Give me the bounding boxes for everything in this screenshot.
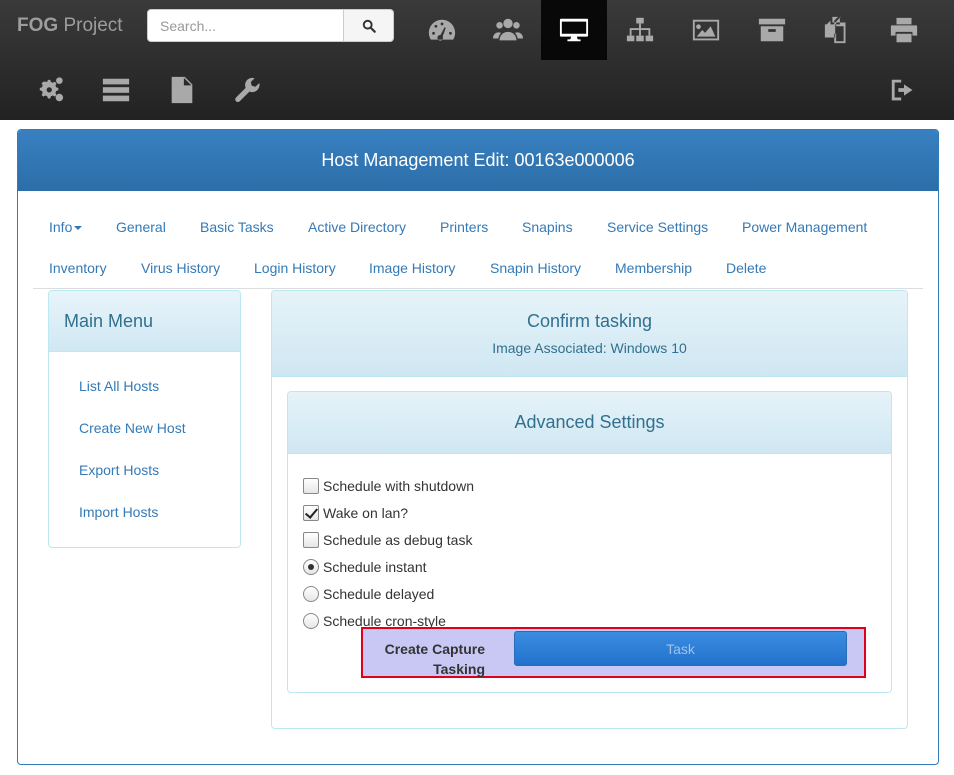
dashboard-icon [428, 19, 456, 41]
option-schedule-with-shutdown[interactable]: Schedule with shutdown [303, 477, 474, 495]
tab-active-directory[interactable]: Active Directory [308, 219, 406, 235]
page-title: Host Management Edit: 00163e000006 [18, 130, 938, 191]
top-navbar: FOG Project [0, 0, 954, 120]
tab-divider [33, 288, 923, 289]
tab-general[interactable]: General [116, 219, 166, 235]
tab-login-history[interactable]: Login History [254, 260, 336, 276]
tab-membership[interactable]: Membership [615, 260, 692, 276]
archive-icon [758, 18, 786, 42]
nav-settings[interactable] [17, 60, 83, 120]
main-menu-title: Main Menu [49, 291, 240, 352]
checkbox-wake-on-lan[interactable] [303, 505, 319, 521]
sitemap-icon [626, 17, 654, 42]
nav-network[interactable] [607, 0, 673, 60]
option-schedule-delayed[interactable]: Schedule delayed [303, 585, 434, 603]
tab-delete[interactable]: Delete [726, 260, 766, 276]
task-button[interactable]: Task [514, 631, 847, 666]
nav-printers[interactable] [871, 0, 937, 60]
advanced-settings-title: Advanced Settings [288, 392, 891, 454]
menu-item-list-all-hosts[interactable]: List All Hosts [79, 378, 159, 394]
nav-hosts[interactable] [541, 0, 607, 60]
nav-storage[interactable] [739, 0, 805, 60]
search-input[interactable] [147, 9, 344, 42]
create-capture-label: Create Capture Tasking [384, 641, 485, 677]
tab-service-settings[interactable]: Service Settings [607, 219, 708, 235]
nav-groups[interactable] [475, 0, 541, 60]
search-form [147, 9, 394, 42]
nav-logout[interactable] [871, 60, 937, 120]
tab-snapin-history[interactable]: Snapin History [490, 260, 581, 276]
copy-icon [824, 16, 846, 44]
create-capture-row: Create Capture Tasking Task [361, 627, 866, 678]
radio-instant[interactable] [303, 559, 319, 575]
tab-inventory[interactable]: Inventory [49, 260, 107, 276]
main-menu: Main Menu List All Hosts Create New Host… [48, 290, 241, 548]
tab-snapins[interactable]: Snapins [522, 219, 573, 235]
brand-logo[interactable]: FOG Project [17, 15, 123, 37]
nav-images[interactable] [673, 0, 739, 60]
tab-printers[interactable]: Printers [440, 219, 488, 235]
tab-virus-history[interactable]: Virus History [141, 260, 220, 276]
cogs-icon [39, 77, 64, 102]
wrench-icon [235, 77, 260, 103]
nav-snapins[interactable] [805, 0, 871, 60]
image-icon [692, 19, 720, 41]
confirm-header: Confirm tasking Image Associated: Window… [272, 291, 907, 377]
radio-cron[interactable] [303, 613, 319, 629]
users-icon [493, 18, 523, 41]
logout-icon [891, 79, 913, 101]
confirm-title: Confirm tasking [526, 311, 653, 331]
caret-down-icon [74, 226, 83, 231]
menu-item-import-hosts[interactable]: Import Hosts [79, 504, 158, 520]
radio-delayed[interactable] [303, 586, 319, 602]
checkbox-shutdown[interactable] [303, 478, 319, 494]
nav-tools[interactable] [215, 60, 281, 120]
option-debug-task[interactable]: Schedule as debug task [303, 531, 472, 549]
tab-image-history[interactable]: Image History [369, 260, 455, 276]
menu-item-export-hosts[interactable]: Export Hosts [79, 462, 159, 478]
option-wake-on-lan[interactable]: Wake on lan? [303, 504, 408, 522]
nav-dashboard[interactable] [409, 0, 475, 60]
print-icon [890, 17, 918, 43]
option-schedule-instant[interactable]: Schedule instant [303, 558, 427, 576]
checkbox-debug[interactable] [303, 532, 319, 548]
nav-storage-nodes[interactable] [83, 60, 149, 120]
search-icon [362, 19, 376, 33]
tab-basic-tasks[interactable]: Basic Tasks [200, 219, 274, 235]
desktop-icon [559, 18, 589, 42]
file-icon [171, 76, 193, 104]
tab-power-management[interactable]: Power Management [742, 219, 867, 235]
menu-item-create-new-host[interactable]: Create New Host [79, 420, 186, 436]
image-associated: Image Associated: Windows 10 [492, 340, 687, 356]
tab-info[interactable]: Info [49, 219, 83, 235]
server-icon [102, 78, 130, 102]
nav-reports[interactable] [149, 60, 215, 120]
search-button[interactable] [343, 9, 394, 42]
